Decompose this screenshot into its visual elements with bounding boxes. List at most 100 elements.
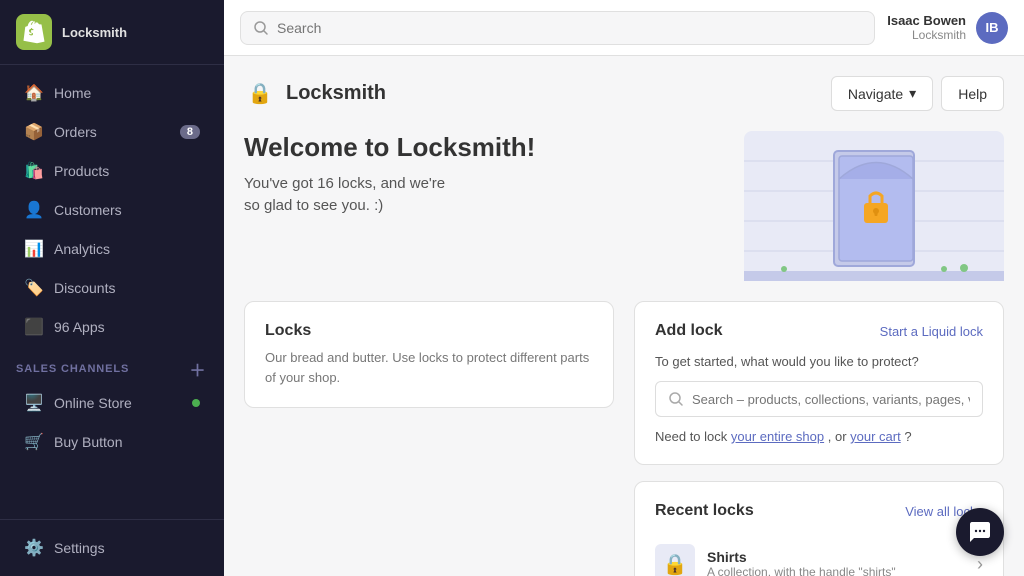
add-lock-panel: Add lock Start a Liquid lock To get star…: [634, 301, 1004, 465]
left-column: Locks Our bread and butter. Use locks to…: [244, 301, 614, 576]
two-column-layout: Locks Our bread and butter. Use locks to…: [244, 301, 1004, 576]
shopify-logo-icon: [16, 14, 52, 50]
help-label: Help: [958, 86, 987, 102]
sidebar-item-buy-button[interactable]: 🛒 Buy Button: [8, 423, 216, 461]
navigate-label: Navigate: [848, 86, 903, 102]
locks-card-description: Our bread and butter. Use locks to prote…: [265, 348, 593, 387]
welcome-subtext: You've got 16 locks, and we're so glad t…: [244, 173, 724, 218]
content-area: 🔒 Locksmith Navigate ▾ Help Welcome to L…: [224, 56, 1024, 576]
sidebar-item-buy-button-label: Buy Button: [54, 434, 123, 450]
sales-channels-label: SALES CHANNELS: [16, 363, 129, 375]
right-column: Add lock Start a Liquid lock To get star…: [634, 301, 1004, 576]
page-header: 🔒 Locksmith Navigate ▾ Help: [244, 76, 1004, 111]
analytics-icon: 📊: [24, 239, 44, 259]
navigate-chevron-icon: ▾: [909, 85, 916, 102]
welcome-line1: You've got 16 locks, and we're: [244, 175, 445, 192]
topbar: Isaac Bowen Locksmith IB: [224, 0, 1024, 56]
sidebar-item-customers[interactable]: 👤 Customers: [8, 191, 216, 229]
sales-channels-section: SALES CHANNELS ＋: [0, 347, 224, 383]
page-title: Locksmith: [286, 82, 386, 105]
sidebar-item-customers-label: Customers: [54, 202, 122, 218]
need-lock-or: , or: [828, 429, 850, 444]
user-area[interactable]: Isaac Bowen Locksmith IB: [887, 12, 1008, 44]
online-store-icon: 🖥️: [24, 393, 44, 413]
settings-icon: ⚙️: [24, 538, 44, 558]
page-lock-icon: 🔒: [244, 78, 276, 110]
sidebar-item-apps[interactable]: ⬛ 96 Apps: [8, 308, 216, 346]
help-button[interactable]: Help: [941, 76, 1004, 111]
door-illustration-svg: [744, 131, 1004, 281]
page-title-row: 🔒 Locksmith: [244, 78, 386, 110]
sidebar-nav: 🏠 Home 📦 Orders 8 🛍️ Products 👤 Customer…: [0, 65, 224, 519]
add-lock-search-input[interactable]: [692, 392, 970, 407]
main-area: Isaac Bowen Locksmith IB 🔒 Locksmith Nav…: [224, 0, 1024, 576]
store-name-label: Locksmith: [62, 25, 127, 40]
add-lock-panel-header: Add lock Start a Liquid lock: [655, 322, 983, 340]
welcome-text: Welcome to Locksmith! You've got 16 lock…: [244, 131, 724, 281]
sidebar-item-home-label: Home: [54, 85, 91, 101]
welcome-line2: so glad to see you. :): [244, 197, 383, 214]
orders-badge: 8: [180, 125, 200, 139]
locks-card: Locks Our bread and butter. Use locks to…: [244, 301, 614, 408]
search-bar[interactable]: [240, 11, 875, 45]
avatar: IB: [976, 12, 1008, 44]
sidebar-item-analytics-label: Analytics: [54, 241, 110, 257]
sidebar-item-online-store-label: Online Store: [54, 395, 132, 411]
header-actions: Navigate ▾ Help: [831, 76, 1004, 111]
navigate-button[interactable]: Navigate ▾: [831, 76, 933, 111]
sidebar: Locksmith 🏠 Home 📦 Orders 8 🛍️ Products …: [0, 0, 224, 576]
sidebar-bottom: ⚙️ Settings: [0, 519, 224, 576]
chat-bubble-button[interactable]: [956, 508, 1004, 556]
recent-locks-header: Recent locks View all locks: [655, 502, 983, 520]
lock-item-info: Shirts A collection, with the handle "sh…: [707, 549, 965, 576]
lock-item-action-icon[interactable]: ›: [977, 554, 983, 575]
discounts-icon: 🏷️: [24, 278, 44, 298]
add-lock-title: Add lock: [655, 322, 723, 340]
lock-item[interactable]: 🔒 Shirts A collection, with the handle "…: [655, 534, 983, 576]
user-name: Isaac Bowen: [887, 13, 966, 28]
add-lock-subtitle: To get started, what would you like to p…: [655, 354, 983, 369]
sidebar-item-apps-label: 96 Apps: [54, 319, 105, 335]
need-lock-prefix: Need to lock: [655, 429, 731, 444]
search-icon: [253, 20, 269, 36]
sidebar-item-analytics[interactable]: 📊 Analytics: [8, 230, 216, 268]
your-cart-link[interactable]: your cart: [850, 429, 901, 444]
lock-item-description: A collection, with the handle "shirts": [707, 565, 965, 576]
welcome-illustration: [744, 131, 1004, 281]
orders-icon: 📦: [24, 122, 44, 142]
sidebar-item-discounts[interactable]: 🏷️ Discounts: [8, 269, 216, 307]
sidebar-item-online-store[interactable]: 🖥️ Online Store: [8, 384, 216, 422]
search-input[interactable]: [277, 20, 862, 36]
welcome-heading: Welcome to Locksmith!: [244, 131, 724, 165]
sidebar-item-orders[interactable]: 📦 Orders 8: [8, 113, 216, 151]
sidebar-item-settings-label: Settings: [54, 540, 105, 556]
need-lock-text: Need to lock your entire shop , or your …: [655, 429, 983, 444]
recent-locks-title: Recent locks: [655, 502, 754, 520]
sidebar-item-settings[interactable]: ⚙️ Settings: [8, 529, 216, 567]
lock-item-name: Shirts: [707, 549, 965, 565]
need-lock-qmark: ?: [904, 429, 911, 444]
welcome-section: Welcome to Locksmith! You've got 16 lock…: [244, 131, 1004, 281]
products-icon: 🛍️: [24, 161, 44, 181]
lock-item-thumbnail: 🔒: [655, 544, 695, 576]
apps-icon: ⬛: [24, 317, 44, 337]
user-info: Isaac Bowen Locksmith: [887, 13, 966, 42]
your-entire-shop-link[interactable]: your entire shop: [731, 429, 824, 444]
locks-card-title: Locks: [265, 322, 593, 340]
start-liquid-lock-link[interactable]: Start a Liquid lock: [880, 324, 983, 339]
recent-locks-panel: Recent locks View all locks 🔒 Shirts A c…: [634, 481, 1004, 576]
add-lock-search-icon: [668, 391, 684, 407]
add-channel-button[interactable]: ＋: [188, 359, 208, 379]
buy-button-icon: 🛒: [24, 432, 44, 452]
sidebar-item-products[interactable]: 🛍️ Products: [8, 152, 216, 190]
online-store-status-dot: [192, 399, 200, 407]
customers-icon: 👤: [24, 200, 44, 220]
sidebar-item-discounts-label: Discounts: [54, 280, 115, 296]
sidebar-item-orders-label: Orders: [54, 124, 97, 140]
sidebar-logo[interactable]: Locksmith: [0, 0, 224, 65]
sidebar-item-home[interactable]: 🏠 Home: [8, 74, 216, 112]
chat-icon: [968, 520, 992, 544]
home-icon: 🏠: [24, 83, 44, 103]
add-lock-search-row[interactable]: [655, 381, 983, 417]
sidebar-item-products-label: Products: [54, 163, 109, 179]
